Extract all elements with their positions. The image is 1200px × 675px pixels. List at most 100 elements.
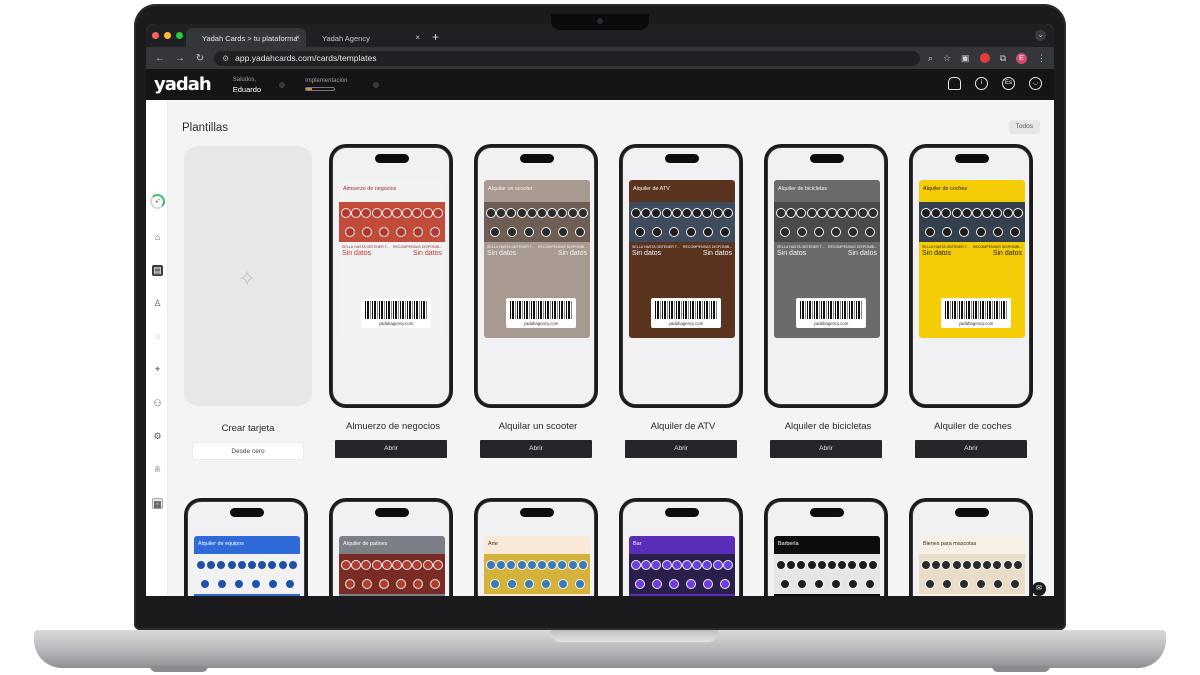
browser-tab-active[interactable]: Yadah Cards > tu plataforma × [186,28,306,47]
atv-icon [671,207,682,218]
window-controls [152,32,183,39]
close-tab-icon[interactable]: × [415,33,420,42]
stamp-icon [992,559,1003,570]
template-name: Almuerzo de negocios [346,421,440,432]
scooter-icon [577,207,588,218]
stamp-icon [257,559,268,570]
new-tab-button[interactable]: + [426,30,445,47]
from-scratch-button[interactable]: Desde cero [192,442,304,460]
settings-icon[interactable]: ⚙ [152,431,163,442]
location-icon[interactable]: ⌖ [152,364,163,375]
fork-icon [378,226,389,237]
stamp-icon [412,559,423,570]
close-window-icon[interactable] [152,32,159,39]
stamp-strip [629,554,735,594]
open-template-button[interactable]: Abrir [915,440,1027,458]
phone-preview[interactable]: Barbería [764,498,888,596]
calculator-icon[interactable]: ▦ [152,498,163,509]
open-template-button[interactable]: Abrir [480,440,592,458]
user-profile-icon[interactable]: ◡ [1029,77,1042,90]
users-icon[interactable]: ♙ [152,298,163,309]
home-icon[interactable]: ⌂ [152,232,163,243]
open-template-button[interactable]: Abrir [770,440,882,458]
car-icon [961,207,972,218]
reload-icon[interactable]: ↻ [194,53,206,64]
open-template-button[interactable]: Abrir [335,440,447,458]
team-icon[interactable]: ⚇ [152,398,163,409]
account-dropdown-icon[interactable] [279,81,286,88]
implementation-status[interactable]: Implementación [305,78,347,91]
phone-preview[interactable]: Bar [619,498,743,596]
browser-menu-icon[interactable]: ⋮ [1037,53,1046,64]
language-badge[interactable]: Es [1002,77,1015,90]
phone-preview[interactable]: Alquilar un scooter SELLA HASTA OBTENER … [474,144,598,408]
pass-title: Alquiler de bicicletas [778,186,828,192]
stamp-icon [361,578,372,589]
profile-avatar[interactable]: E [1016,52,1027,64]
info-icon[interactable]: i [975,77,988,90]
phone-screen: Bar [622,501,740,596]
phone-screen: Barbería [767,501,885,596]
stamp-strip [774,202,880,242]
scooter-icon [489,226,500,237]
scooter-icon [557,207,568,218]
dynamic-island [665,154,699,163]
zoom-icon[interactable]: ⌕ [928,53,933,64]
rocket-icon[interactable]: ➶ [150,194,165,209]
notifications-bell-icon[interactable] [948,77,961,90]
open-template-button[interactable]: Abrir [625,440,737,458]
phone-preview[interactable]: Alquiler de ATV SELLA HASTA OBTENER T...… [619,144,743,408]
phone-preview[interactable]: Alquiler de bicicletas SELLA HASTA OBTEN… [764,144,888,408]
dynamic-island [520,154,554,163]
back-icon[interactable]: ← [154,53,166,64]
phone-preview[interactable]: Alquiler de equipos [184,498,308,596]
phone-preview[interactable]: Alquiler de coches SELLA HASTA OBTENER T… [909,144,1033,408]
scooter-icon [506,207,517,218]
phone-preview[interactable]: Bienes para mascotas [909,498,1033,596]
implementation-dropdown-icon[interactable] [373,81,380,88]
create-card-tile[interactable]: ✧ [184,146,312,406]
pass-title: Alquiler de ATV [633,186,670,192]
cards-icon[interactable]: ▤ [152,265,163,276]
phone-preview[interactable]: Almuerzo de negocios SELLA HASTA OBTENER… [329,144,453,408]
chat-icon[interactable]: ◌ [152,331,163,342]
stamp-icon [668,578,679,589]
scooter-icon [540,226,551,237]
bicycle-icon [779,226,790,237]
bookmark-star-icon[interactable]: ☆ [943,53,951,64]
stamp-icon [371,559,382,570]
header-actions: i Es ◡ [948,77,1042,90]
stamp-icon [796,578,807,589]
stamp-icon [216,559,227,570]
url-input[interactable]: ⚙ app.yadahcards.com/cards/templates [214,50,920,66]
atv-icon [702,226,713,237]
close-tab-icon[interactable]: × [295,33,300,42]
extension-record-icon[interactable] [979,53,990,63]
scooter-icon [496,207,507,218]
yadah-logo[interactable]: yadah [154,74,212,95]
stamp-icon [786,559,797,570]
screen: Yadah Cards > tu plataforma × Yadah Agen… [146,24,1054,596]
tab-search-icon[interactable]: ⌄ [1035,30,1046,41]
crown-icon[interactable]: ♕ [152,464,163,475]
car-icon [958,226,969,237]
pass-title: Bar [633,541,642,547]
stamp-icon [206,559,217,570]
filter-dropdown[interactable]: Todos [1008,120,1040,134]
phone-preview[interactable]: Alquiler de patines [329,498,453,596]
maximize-window-icon[interactable] [176,32,183,39]
support-chat-button[interactable]: ✉ [1032,582,1046,596]
wallet-pass: Alquiler de equipos [194,536,300,596]
field-label: SELLA HASTA OBTENER T... [342,245,390,249]
scooter-icon [486,207,497,218]
side-nav: ➶ ⌂ ▤ ♙ ◌ ⌖ ⚇ ⚙ ♕ ▦ [146,100,168,596]
phone-preview[interactable]: Arte [474,498,598,596]
stamp-icon [631,559,642,570]
minimize-window-icon[interactable] [164,32,171,39]
barcode-text: yadahagency.com [378,321,414,326]
forward-icon[interactable]: → [174,53,186,64]
extensions-puzzle-icon[interactable]: ⧉ [1000,53,1006,64]
browser-tab[interactable]: Yadah Agency × [306,28,426,47]
extension-icon[interactable]: ▣ [961,53,970,64]
site-info-icon[interactable]: ⚙ [222,54,229,63]
